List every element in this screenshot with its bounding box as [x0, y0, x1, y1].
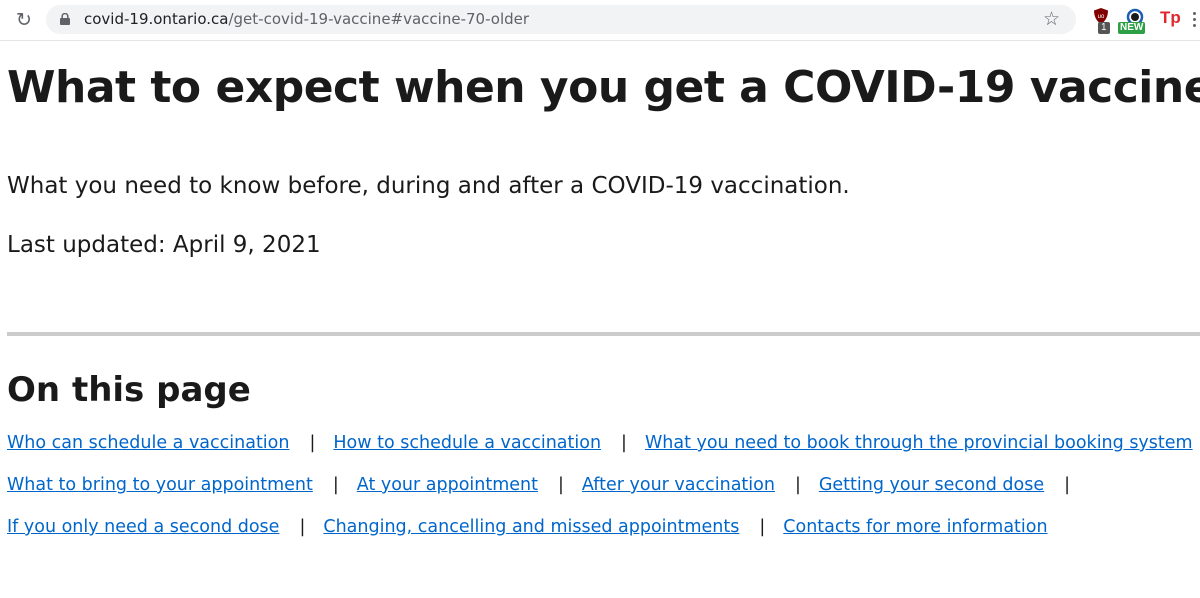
- separator: |: [299, 517, 306, 537]
- tp-extension-icon[interactable]: Tp: [1160, 8, 1181, 28]
- ublock-extension[interactable]: uo 1: [1092, 7, 1110, 34]
- browser-menu-icon[interactable]: [1193, 12, 1196, 28]
- toc-link-who-can-schedule[interactable]: Who can schedule a vaccination: [7, 433, 289, 453]
- separator: |: [309, 433, 316, 453]
- separator: |: [332, 475, 339, 495]
- last-updated: Last updated: April 9, 2021: [7, 232, 321, 258]
- toc-row: What to bring to your appointment | At you…: [7, 472, 1200, 514]
- toc-link-at-appointment[interactable]: At your appointment: [357, 475, 538, 495]
- ublock-badge: 1: [1098, 22, 1110, 34]
- reload-icon[interactable]: ↻: [12, 8, 36, 32]
- page-title: What to expect when you get a COVID-19 v…: [7, 62, 1200, 113]
- toc-link-changing-cancelling[interactable]: Changing, cancelling and missed appointm…: [323, 517, 739, 537]
- toc-link-how-to-schedule[interactable]: How to schedule a vaccination: [333, 433, 601, 453]
- toc-row: If you only need a second dose | Changing,…: [7, 514, 1200, 556]
- bookmark-star-icon[interactable]: ☆: [1043, 8, 1060, 30]
- toc-heading: On this page: [7, 370, 251, 410]
- separator: |: [759, 517, 766, 537]
- page-subtitle: What you need to know before, during and…: [7, 173, 850, 199]
- toc-link-what-to-bring[interactable]: What to bring to your appointment: [7, 475, 313, 495]
- url-path: /get-covid-19-vaccine#vaccine-70-older: [228, 10, 530, 28]
- lock-icon: [60, 13, 70, 25]
- separator: |: [558, 475, 564, 495]
- svg-text:uo: uo: [1098, 14, 1105, 20]
- divider: [7, 332, 1200, 336]
- toc-link-after-vaccination[interactable]: After your vaccination: [582, 475, 775, 495]
- url-host: covid-19.ontario.ca: [84, 10, 229, 28]
- separator: |: [794, 475, 801, 495]
- browser-toolbar: ↻ covid-19.ontario.ca/get-covid-19-vacci…: [0, 0, 1200, 41]
- toc-link-contacts[interactable]: Contacts for more information: [783, 517, 1047, 537]
- new-badge: NEW: [1118, 22, 1146, 34]
- address-bar[interactable]: covid-19.ontario.ca/get-covid-19-vaccine…: [46, 5, 1076, 34]
- bell-extension[interactable]: NEW: [1118, 7, 1146, 34]
- separator: |: [1064, 475, 1071, 495]
- table-of-contents: Who can schedule a vaccination | How to sc…: [7, 430, 1200, 556]
- separator: |: [621, 433, 627, 453]
- url-text[interactable]: covid-19.ontario.ca/get-covid-19-vaccine…: [84, 10, 529, 29]
- toc-link-second-dose[interactable]: Getting your second dose: [819, 475, 1044, 495]
- toc-row: Who can schedule a vaccination | How to sc…: [7, 430, 1200, 472]
- toc-link-booking-system[interactable]: What you need to book through the provin…: [645, 433, 1193, 453]
- toc-link-only-second-dose[interactable]: If you only need a second dose: [7, 517, 279, 537]
